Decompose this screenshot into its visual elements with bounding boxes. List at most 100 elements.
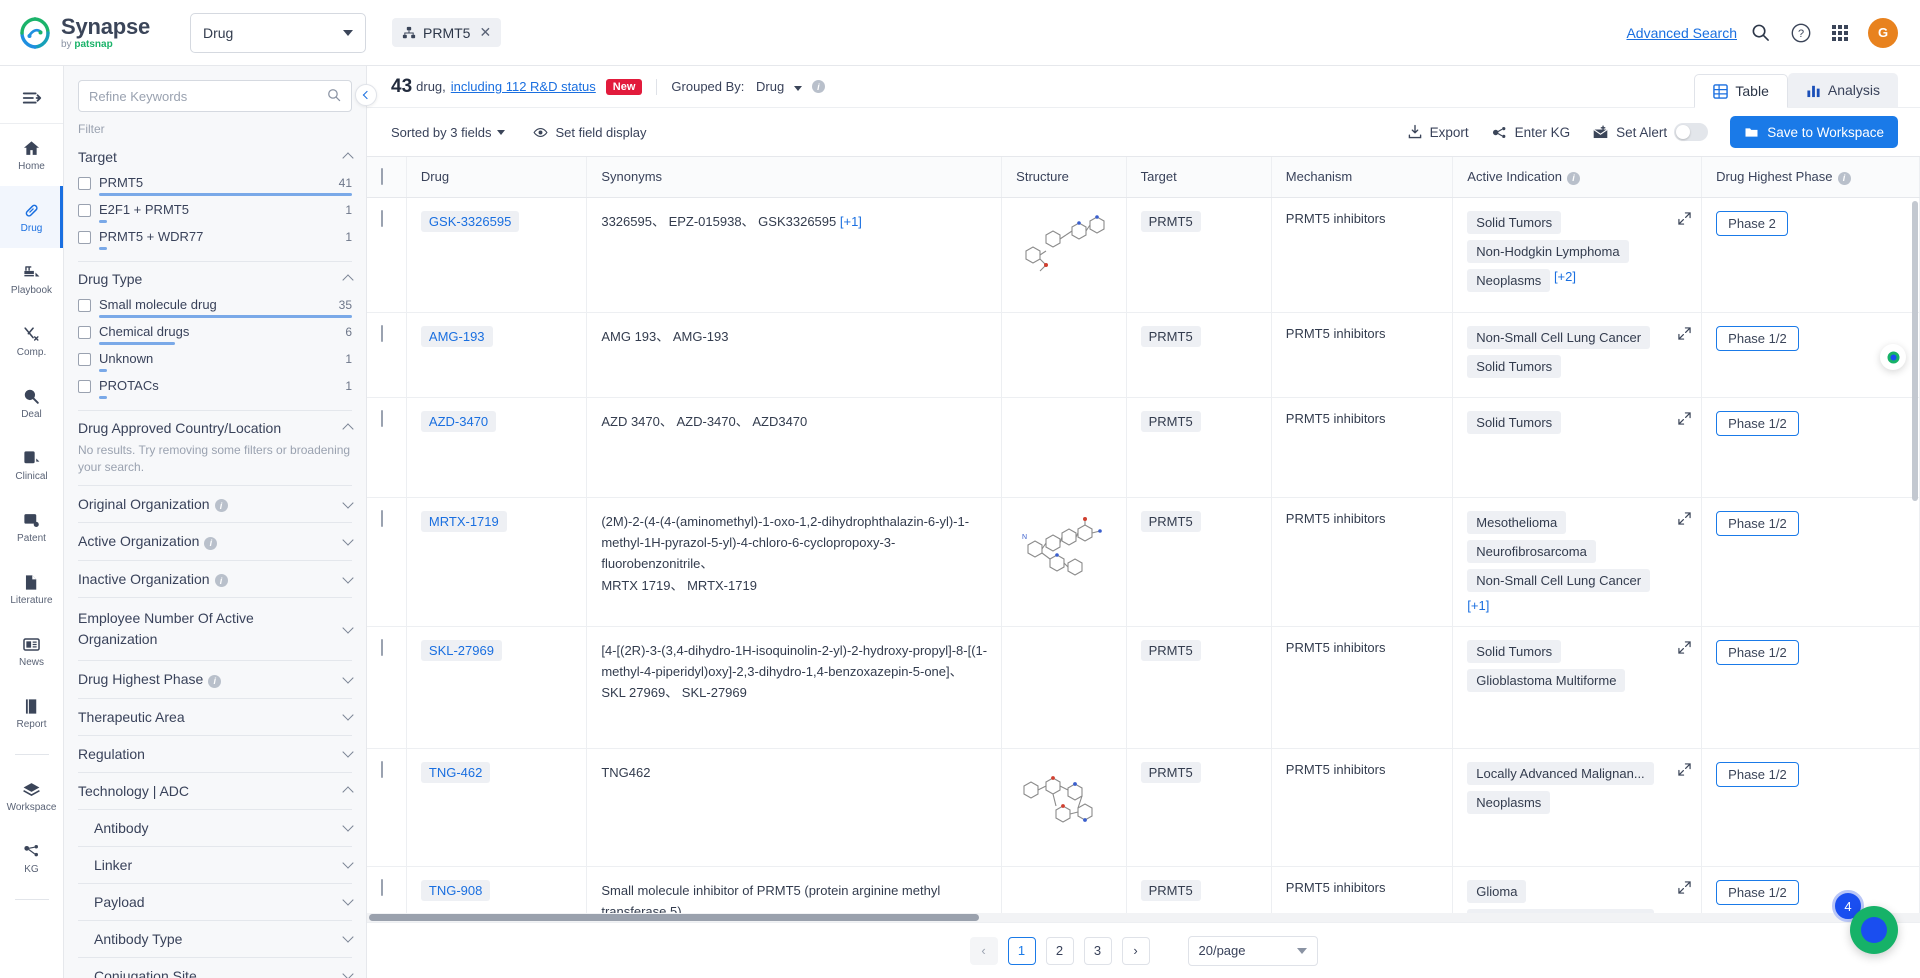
column-header-active-indication[interactable]: Active Indication i: [1452, 157, 1703, 198]
checkbox[interactable]: [381, 878, 383, 896]
column-header-target[interactable]: Target: [1126, 157, 1272, 198]
sidebar-item-home[interactable]: Home: [0, 124, 63, 186]
per-page-select[interactable]: 20/page: [1187, 935, 1318, 966]
expand-icon[interactable]: [1678, 511, 1691, 525]
filter-option-chemical-drugs[interactable]: Chemical drugs 6: [78, 320, 352, 347]
filter-group-regulation[interactable]: Regulation: [78, 734, 354, 772]
table-row[interactable]: AMG-193 AMG 193、 AMG-193 PRMT5 PRMT5 inh…: [367, 312, 1920, 398]
tab-table[interactable]: Table: [1694, 74, 1788, 108]
drug-link[interactable]: TNG-462: [420, 761, 491, 783]
horizontal-scrollbar[interactable]: [367, 913, 1920, 922]
filter-group-antibody[interactable]: Antibody: [78, 808, 354, 846]
sidebar-item-comp[interactable]: Comp.: [0, 310, 63, 372]
drug-link[interactable]: AZD-3470: [420, 410, 497, 432]
checkbox[interactable]: [78, 231, 91, 244]
checkbox[interactable]: [78, 204, 91, 217]
entity-type-select[interactable]: Drug: [190, 12, 366, 53]
filter-option-prmt5-wdr77[interactable]: PRMT5 + WDR77 1: [78, 225, 352, 252]
info-icon[interactable]: i: [1837, 171, 1851, 185]
rd-status-link[interactable]: including 112 R&D status: [451, 79, 596, 94]
chemical-structure-image[interactable]: [1016, 211, 1112, 287]
expand-icon[interactable]: [1678, 411, 1691, 425]
filter-option-small-molecule-drug[interactable]: Small molecule drug 35: [78, 293, 352, 320]
filter-group-therapeutic-area[interactable]: Therapeutic Area: [78, 697, 354, 735]
checkbox[interactable]: [78, 326, 91, 339]
expand-icon[interactable]: [1678, 762, 1691, 776]
filter-option-e2f1-prmt5[interactable]: E2F1 + PRMT5 1: [78, 198, 352, 225]
checkbox[interactable]: [78, 380, 91, 393]
column-header-structure[interactable]: Structure: [1001, 157, 1127, 198]
info-icon[interactable]: i: [1566, 171, 1580, 185]
next-page-button[interactable]: ›: [1121, 936, 1150, 965]
drug-link[interactable]: TNG-908: [420, 879, 491, 901]
brand-logo[interactable]: Synapse by patsnap: [18, 15, 158, 50]
close-icon[interactable]: ✕: [479, 24, 491, 41]
filter-group-payload[interactable]: Payload: [78, 882, 354, 920]
search-chip-prmt5[interactable]: PRMT5 ✕: [392, 18, 502, 47]
info-icon[interactable]: i: [214, 574, 228, 588]
checkbox[interactable]: [381, 324, 383, 342]
sidebar-item-drug[interactable]: Drug: [0, 186, 63, 248]
checkbox[interactable]: [381, 760, 383, 778]
filter-group-original-organization[interactable]: Original Organization i: [78, 484, 354, 523]
filter-option-unknown[interactable]: Unknown 1: [78, 347, 352, 374]
drug-link[interactable]: SKL-27969: [420, 639, 502, 661]
sidebar-item-news[interactable]: News: [0, 620, 63, 682]
column-header-mechanism[interactable]: Mechanism: [1271, 157, 1454, 198]
page-button-1[interactable]: 1: [1007, 936, 1036, 965]
filter-group-drug-type[interactable]: Drug Type: [78, 264, 354, 293]
apps-grid-icon[interactable]: [1832, 24, 1848, 41]
column-header-synonyms[interactable]: Synonyms: [586, 157, 1003, 198]
chemical-structure-image[interactable]: [1016, 762, 1112, 842]
filter-group-target[interactable]: Target: [78, 142, 354, 171]
column-header-drug[interactable]: Drug: [406, 157, 588, 198]
expand-icon[interactable]: [1678, 880, 1691, 894]
table-row[interactable]: SKL-27969 [4-[(2R)-3-(3,4-dihydro-1H-iso…: [367, 626, 1920, 749]
floating-helper-button[interactable]: [1880, 344, 1906, 370]
checkbox[interactable]: [78, 177, 91, 190]
save-to-workspace-button[interactable]: Save to Workspace: [1730, 116, 1898, 148]
filter-group-linker[interactable]: Linker: [78, 845, 354, 883]
filter-group-technology-adc[interactable]: Technology | ADC: [78, 771, 354, 809]
info-icon[interactable]: i: [811, 80, 825, 93]
filter-option-protacs[interactable]: PROTACs 1: [78, 374, 352, 401]
sort-button[interactable]: Sorted by 3 fields: [391, 125, 506, 140]
search-icon[interactable]: [327, 88, 341, 105]
info-icon[interactable]: i: [208, 674, 222, 688]
checkbox[interactable]: [381, 509, 383, 527]
set-field-display-button[interactable]: Set field display: [533, 125, 647, 140]
page-button-2[interactable]: 2: [1045, 936, 1074, 965]
filter-option-prmt5[interactable]: PRMT5 41: [78, 171, 352, 198]
column-header-drug-highest-phase[interactable]: Drug Highest Phase i: [1701, 157, 1920, 198]
sidebar-item-workspace[interactable]: Workspace: [0, 765, 63, 827]
rail-collapse-button[interactable]: [0, 72, 63, 124]
synonyms-more[interactable]: [+1]: [840, 214, 862, 229]
grouped-by[interactable]: Grouped By: Drug: [671, 79, 802, 94]
sidebar-item-report[interactable]: Report: [0, 682, 63, 744]
checkbox[interactable]: [78, 353, 91, 366]
prev-page-button[interactable]: ‹: [969, 936, 998, 965]
sidebar-item-kg[interactable]: KG: [0, 827, 63, 889]
table-row[interactable]: TNG-462 TNG462 PRMT5 PRMT5 inhibitors Lo…: [367, 748, 1920, 867]
drug-link[interactable]: GSK-3326595: [420, 210, 520, 232]
checkbox[interactable]: [381, 409, 383, 427]
tab-analysis[interactable]: Analysis: [1787, 73, 1898, 107]
checkbox[interactable]: [78, 299, 91, 312]
indications-more[interactable]: [+2]: [1554, 269, 1576, 284]
sidebar-item-patent[interactable]: Patent: [0, 496, 63, 558]
avatar[interactable]: G: [1868, 17, 1898, 48]
sidebar-item-literature[interactable]: Literature: [0, 558, 63, 620]
filter-group-drug-highest-phase[interactable]: Drug Highest Phase i: [78, 660, 354, 698]
sidebar-item-deal[interactable]: Deal: [0, 372, 63, 434]
vertical-scrollbar[interactable]: [1912, 201, 1918, 908]
chemical-structure-image[interactable]: N: [1016, 511, 1112, 597]
expand-icon[interactable]: [1678, 640, 1691, 654]
expand-icon[interactable]: [1678, 211, 1691, 225]
sidebar-item-clinical[interactable]: Clinical: [0, 434, 63, 496]
search-icon[interactable]: [1751, 23, 1770, 42]
drug-link[interactable]: MRTX-1719: [420, 510, 507, 532]
collapse-filter-panel-button[interactable]: [355, 84, 377, 106]
filter-group-antibody-type[interactable]: Antibody Type: [78, 919, 354, 957]
search-input[interactable]: [89, 88, 327, 104]
export-button[interactable]: Export: [1407, 124, 1469, 140]
